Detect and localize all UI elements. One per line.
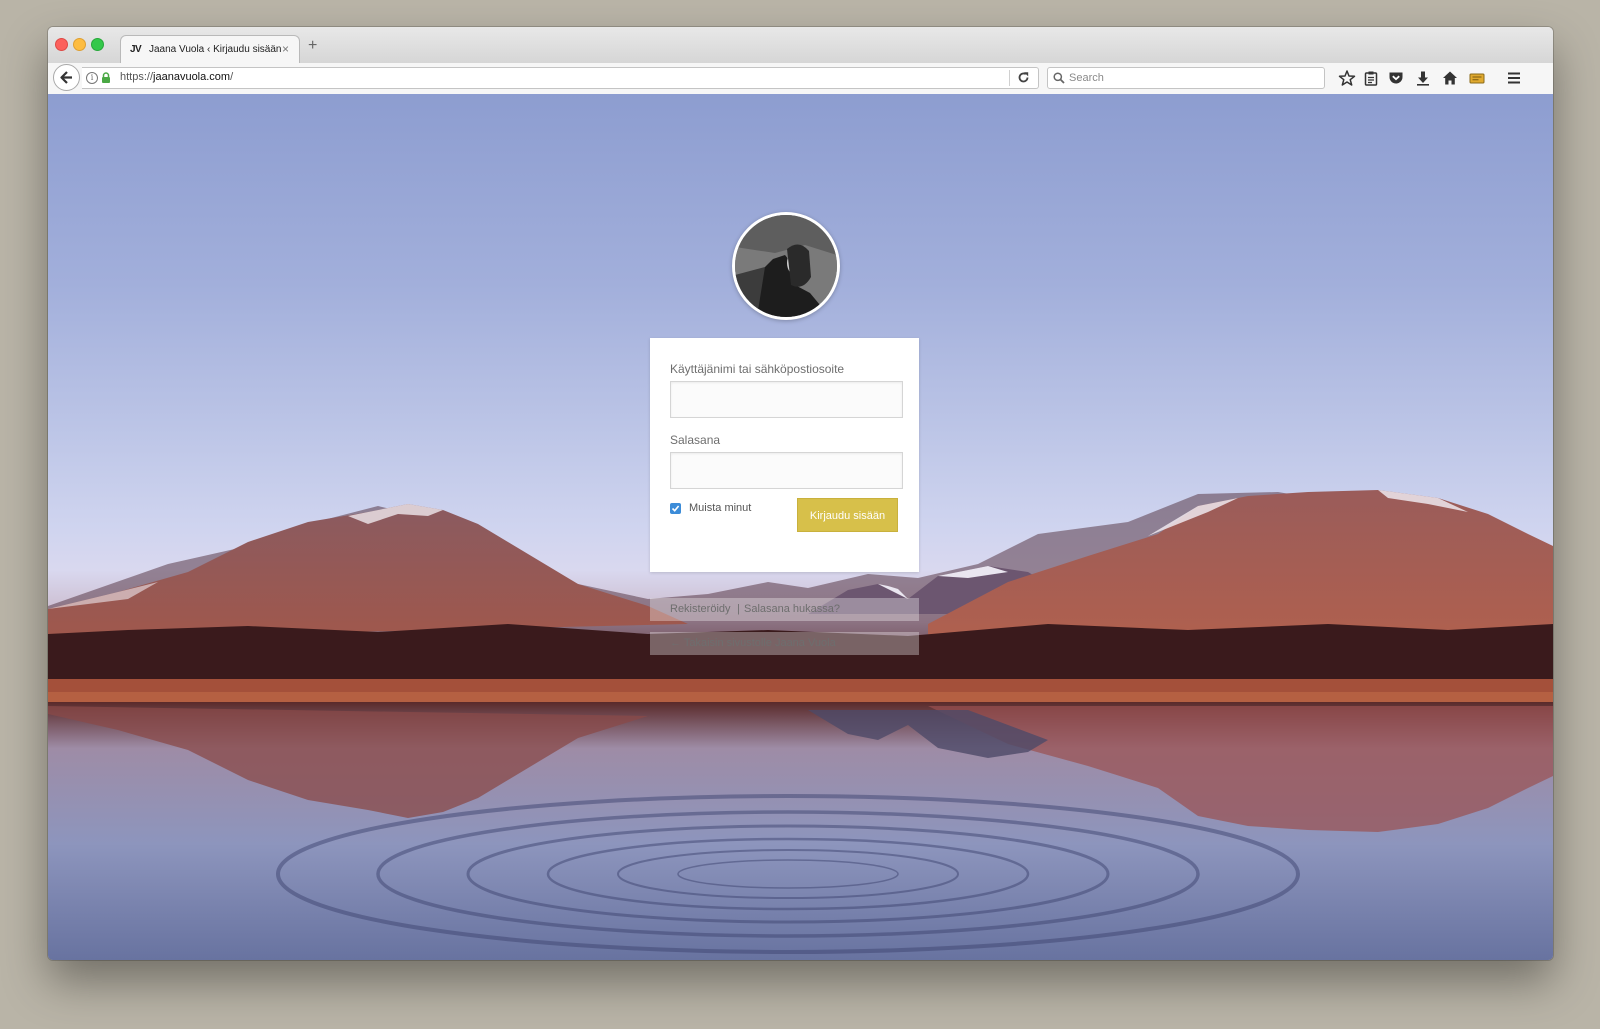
home-icon[interactable] <box>1441 69 1459 87</box>
tab-close-icon[interactable]: × <box>282 42 289 56</box>
lost-password-link[interactable]: Salasana hukassa? <box>744 603 840 615</box>
info-icon[interactable]: i <box>86 72 98 84</box>
register-link[interactable]: Rekisteröidy <box>670 603 731 615</box>
star-icon[interactable] <box>1338 69 1356 87</box>
pocket-icon[interactable] <box>1387 69 1405 87</box>
browser-tab[interactable]: JV Jaana Vuola ‹ Kirjaudu sisään × <box>120 35 300 64</box>
login-page: Käyttäjänimi tai sähköpostiosoite Salasa… <box>48 94 1553 960</box>
reading-list-icon[interactable] <box>1362 69 1380 87</box>
window-close-button[interactable] <box>55 38 68 51</box>
window-minimize-button[interactable] <box>73 38 86 51</box>
register-links: Rekisteröidy | Salasana hukassa? <box>650 598 919 621</box>
username-label: Käyttäjänimi tai sähköpostiosoite <box>670 362 845 376</box>
favicon-icon: JV <box>130 44 142 55</box>
remember-me-label[interactable]: Muista minut <box>689 502 751 514</box>
lock-icon <box>102 72 110 83</box>
search-icon <box>1053 72 1065 84</box>
url-divider <box>1009 70 1010 86</box>
back-arrow-icon <box>60 71 72 84</box>
url-text[interactable]: https://jaanavuola.com/ <box>120 71 233 83</box>
screenshot-icon[interactable] <box>1468 69 1486 87</box>
remember-me-checkbox[interactable] <box>670 503 681 514</box>
browser-window: JV Jaana Vuola ‹ Kirjaudu sisään × + i h… <box>48 27 1553 960</box>
password-input[interactable] <box>670 452 903 489</box>
download-icon[interactable] <box>1414 69 1432 87</box>
avatar-photo <box>735 215 837 317</box>
url-scheme: https:// <box>120 71 154 83</box>
url-path: / <box>230 71 234 83</box>
back-button[interactable] <box>53 64 80 91</box>
new-tab-button[interactable]: + <box>308 37 317 55</box>
tab-title: Jaana Vuola ‹ Kirjaudu sisään <box>149 44 282 55</box>
back-to-site-link[interactable]: ← Takaisin sivustolle Jaana Vuola <box>670 637 836 649</box>
avatar <box>732 212 840 320</box>
search-input[interactable]: Search <box>1069 72 1104 84</box>
reload-icon[interactable] <box>1017 71 1030 84</box>
browser-toolbar: i https://jaanavuola.com/ Search <box>48 63 1553 95</box>
link-separator: | <box>737 603 740 615</box>
login-form: Käyttäjänimi tai sähköpostiosoite Salasa… <box>650 338 919 572</box>
login-button[interactable]: Kirjaudu sisään <box>797 498 898 532</box>
menu-icon[interactable] <box>1505 69 1523 87</box>
search-bar[interactable]: Search <box>1047 67 1325 89</box>
tab-strip: JV Jaana Vuola ‹ Kirjaudu sisään × + <box>48 27 1553 64</box>
checkmark-icon <box>671 505 680 512</box>
back-to-site: ← Takaisin sivustolle Jaana Vuola <box>650 632 919 655</box>
window-maximize-button[interactable] <box>91 38 104 51</box>
url-bar[interactable]: i https://jaanavuola.com/ <box>82 67 1039 89</box>
url-host: jaanavuola.com <box>153 71 231 83</box>
username-input[interactable] <box>670 381 903 418</box>
password-label: Salasana <box>670 433 721 447</box>
